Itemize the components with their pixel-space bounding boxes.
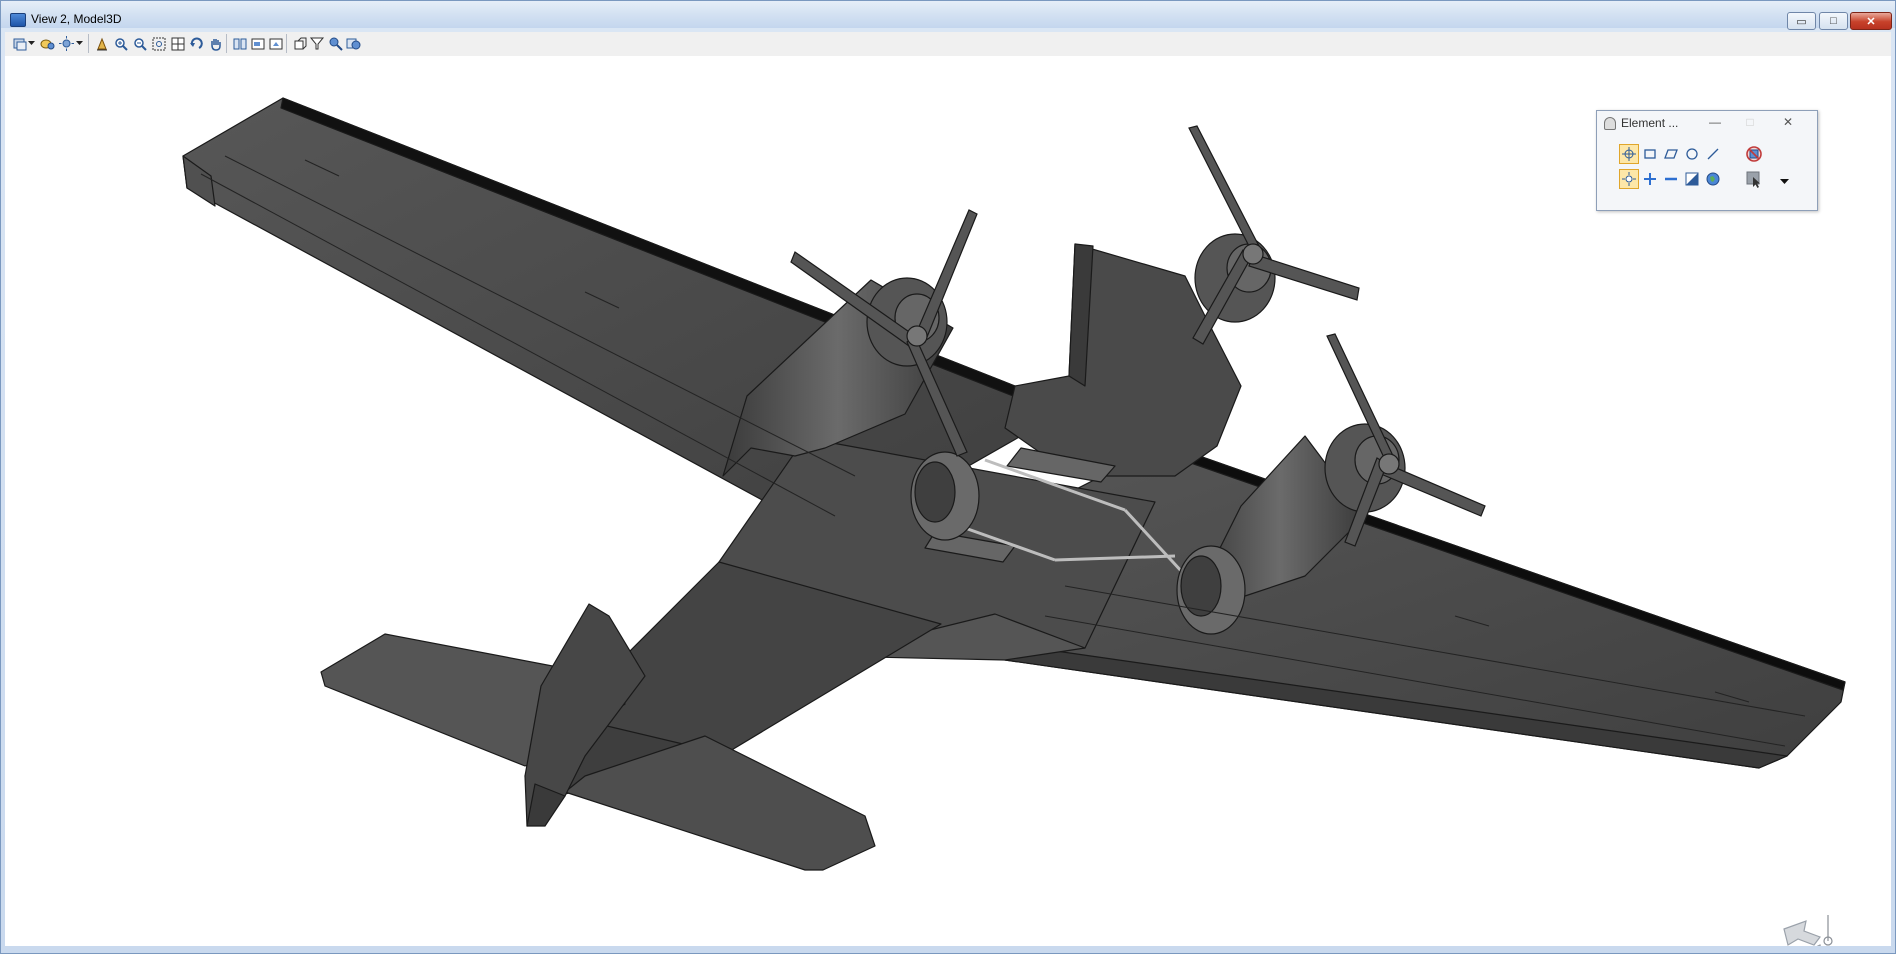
close-button[interactable]: ✕ (1850, 12, 1892, 30)
view-rotation-gizmo[interactable] (1780, 911, 1840, 946)
palette-maximize-button: □ (1743, 115, 1757, 129)
cursor-icon (1746, 171, 1760, 188)
circle-selection-tool[interactable] (1682, 144, 1702, 164)
render-icon (346, 38, 361, 50)
copy-view-button[interactable] (249, 35, 266, 52)
funnel-icon (310, 37, 325, 50)
minus-icon (1665, 177, 1677, 181)
close-icon: ✕ (1866, 15, 1876, 28)
view-window: View 2, Model3D ▭ □ ✕ Element ... — □ ✕ (0, 0, 1896, 954)
subtract-mode-button[interactable] (1661, 169, 1681, 189)
zoom-in-icon (114, 37, 128, 51)
view-previous-button[interactable] (231, 35, 248, 52)
crosshair-select-icon (1622, 147, 1636, 161)
individual-mode-button[interactable] (1619, 169, 1639, 189)
view-next-icon (269, 38, 282, 49)
pencil-icon (96, 37, 107, 50)
cursor-mode-button[interactable] (1744, 169, 1764, 189)
parallelogram-icon (1664, 149, 1678, 159)
clear-selection-button[interactable] (1744, 144, 1764, 164)
camera-button[interactable] (327, 35, 344, 52)
element-selection-palette[interactable]: Element ... — □ ✕ (1596, 110, 1818, 211)
display-mode-button[interactable] (11, 35, 28, 52)
zoom-in-button[interactable] (112, 35, 129, 52)
minimize-icon: — (1709, 115, 1721, 129)
hand-select-icon (1604, 117, 1616, 130)
globe-icon (1706, 172, 1720, 186)
rotate-view-icon (189, 37, 203, 49)
palette-close-button[interactable]: ✕ (1781, 115, 1795, 129)
sun-icon (59, 36, 74, 51)
fit-view-icon (171, 37, 184, 50)
copy-view-icon (251, 38, 264, 49)
palette-minimize-button[interactable]: — (1708, 115, 1722, 129)
render-button[interactable] (345, 35, 362, 52)
palette-more-button[interactable] (1777, 175, 1791, 189)
view-window-icon (10, 13, 26, 27)
maximize-icon: □ (1830, 15, 1837, 27)
window-area-icon (152, 37, 165, 50)
invert-mode-button[interactable] (1682, 169, 1702, 189)
view-previous-icon (233, 38, 246, 49)
chevron-down-icon (76, 41, 83, 45)
toolbar-separator (88, 34, 89, 53)
shape-selection-tool[interactable] (1661, 144, 1681, 164)
view-attributes-icon (40, 39, 55, 49)
update-view-button[interactable] (93, 35, 110, 52)
clip-volume-button[interactable] (291, 35, 308, 52)
zoom-out-button[interactable] (131, 35, 148, 52)
toolbar-separator (226, 34, 227, 53)
select-all-button[interactable] (1703, 169, 1723, 189)
chevron-down-icon (28, 41, 35, 45)
lighting-button[interactable] (58, 35, 75, 52)
minimize-button[interactable]: ▭ (1787, 12, 1816, 30)
chevron-down-icon (1779, 179, 1789, 184)
block-selection-tool[interactable] (1640, 144, 1660, 164)
maximize-button[interactable]: □ (1819, 12, 1848, 30)
display-mode-dropdown[interactable] (27, 35, 36, 52)
circle-icon (1686, 148, 1698, 160)
camera-icon (329, 37, 343, 51)
toolbar-separator (286, 34, 287, 53)
sparkle-select-icon (1622, 172, 1636, 186)
minimize-icon: ▭ (1796, 15, 1807, 28)
line-icon (1707, 148, 1719, 160)
clip-volume-icon (294, 37, 306, 49)
fit-view-button[interactable] (169, 35, 186, 52)
title-bar[interactable]: View 2, Model3D ▭ □ ✕ (1, 1, 1895, 30)
display-mode-icon (13, 38, 26, 50)
view-next-button[interactable] (267, 35, 284, 52)
lighting-dropdown[interactable] (75, 35, 84, 52)
line-selection-tool[interactable] (1703, 144, 1723, 164)
maximize-icon: □ (1746, 115, 1754, 129)
view-attributes-button[interactable] (39, 35, 56, 52)
plus-icon (1644, 173, 1656, 185)
close-icon: ✕ (1782, 115, 1794, 129)
window-area-button[interactable] (150, 35, 167, 52)
element-selection-tool[interactable] (1619, 144, 1639, 164)
view-toolbar (5, 32, 1891, 56)
window-title: View 2, Model3D (31, 12, 122, 26)
rotate-view-button[interactable] (188, 35, 205, 52)
no-select-icon (1746, 146, 1762, 162)
rectangle-icon (1644, 149, 1656, 159)
clip-mask-button[interactable] (309, 35, 326, 52)
invert-icon (1685, 172, 1699, 186)
hand-icon (210, 38, 221, 51)
palette-title: Element ... (1621, 116, 1679, 130)
pan-view-button[interactable] (207, 35, 224, 52)
add-mode-button[interactable] (1640, 169, 1660, 189)
zoom-out-icon (133, 37, 147, 51)
